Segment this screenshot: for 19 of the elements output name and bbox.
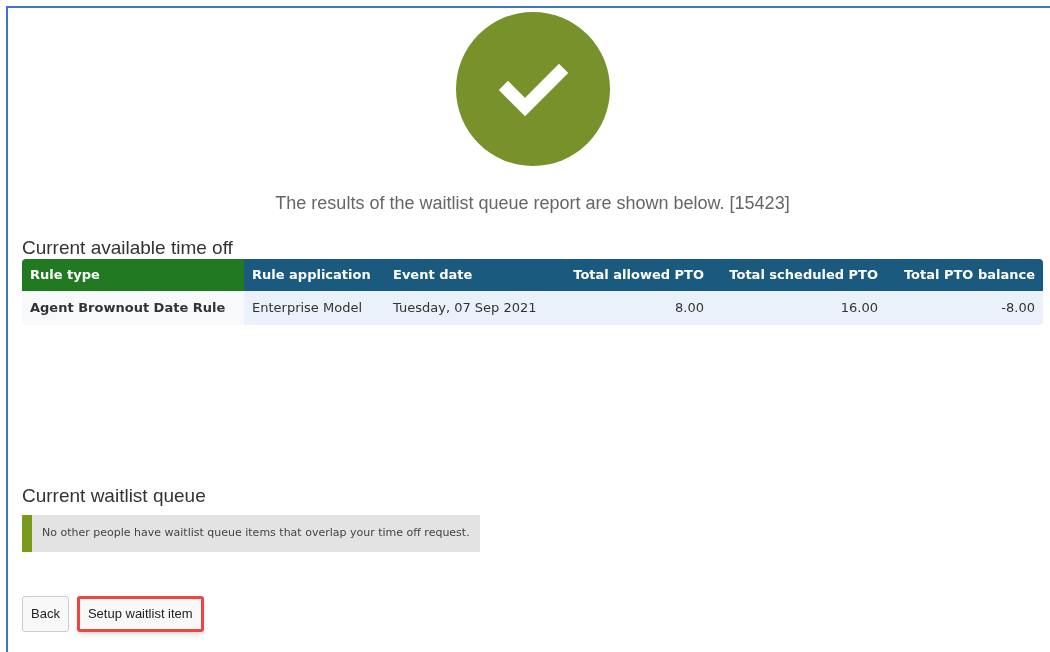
table-cell: 8.00 — [553, 291, 712, 325]
column-header: Event date — [385, 259, 553, 291]
column-header: Rule type — [22, 259, 244, 291]
table-cell: 16.00 — [712, 291, 886, 325]
column-header: Total allowed PTO — [553, 259, 712, 291]
action-button[interactable]: Back — [22, 596, 69, 632]
column-header: Rule application — [244, 259, 385, 291]
section-heading: Current available time off — [22, 237, 234, 259]
table-cell: -8.00 — [886, 291, 1043, 325]
checkmark-circle-icon — [455, 12, 610, 166]
table-cell: Tuesday, 07 Sep 2021 — [385, 291, 553, 325]
column-header: Total PTO balance — [886, 259, 1043, 291]
notice-banner: No other people have waitlist queue items that overlap your time off request. — [22, 515, 480, 552]
table-cell: Enterprise Model — [244, 291, 385, 325]
table-cell: Agent Brownout Date Rule — [22, 291, 244, 325]
section-heading: Current waitlist queue — [22, 485, 207, 507]
result-message: The results of the waitlist queue report are shown below. [15423] — [274, 192, 791, 215]
column-header: Total scheduled PTO — [712, 259, 886, 291]
action-button[interactable]: Setup waitlist item — [76, 596, 204, 632]
